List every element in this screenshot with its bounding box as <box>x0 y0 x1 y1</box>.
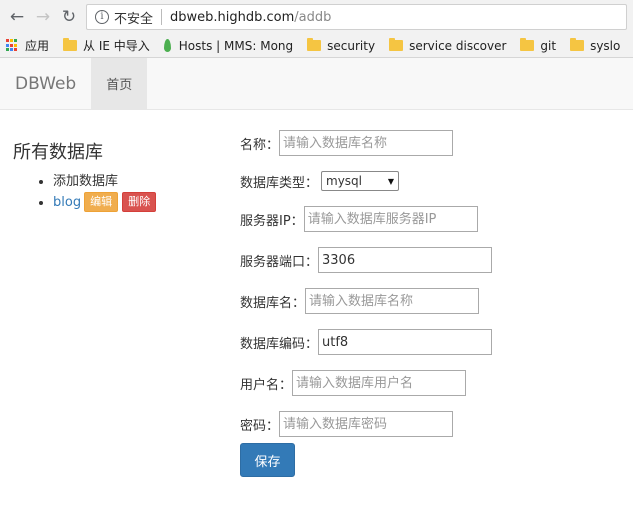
sidebar-title: 所有数据库 <box>13 142 103 163</box>
bookmark-syslog[interactable]: syslo <box>570 38 621 53</box>
bookmark-apps[interactable]: 应用 <box>6 37 49 54</box>
port-label: 服务器端口： <box>240 254 319 270</box>
sidebar: 所有数据库 添加数据库 blog编辑 删除 <box>13 138 223 213</box>
server-ip-input[interactable] <box>303 206 478 232</box>
bookmark-label: Hosts | MMS: Mong <box>178 38 294 53</box>
name-label: 名称： <box>240 137 280 153</box>
edit-button[interactable]: 编辑 <box>84 192 119 212</box>
username-input[interactable] <box>292 370 467 396</box>
password-label: 密码： <box>240 418 280 434</box>
url-path: /addb <box>294 9 332 25</box>
list-item-database: blog编辑 删除 <box>53 192 223 213</box>
back-arrow-icon[interactable]: ← <box>6 6 28 28</box>
username-row: 用户名： <box>240 370 467 396</box>
db-name-input[interactable] <box>305 288 480 314</box>
chevron-down-icon: ▼ <box>387 176 395 186</box>
leaf-icon <box>163 39 171 52</box>
server-ip-row: 服务器IP： <box>240 206 478 232</box>
bookmark-ie-import[interactable]: 从 IE 中导入 <box>63 37 150 54</box>
port-input[interactable] <box>318 247 493 273</box>
bookmark-label: service discover <box>409 38 507 53</box>
server-ip-label: 服务器IP： <box>240 213 304 229</box>
charset-label: 数据库编码： <box>240 336 319 352</box>
name-input[interactable] <box>279 130 454 156</box>
reload-icon[interactable]: ↻ <box>58 6 80 28</box>
apps-icon <box>6 39 19 52</box>
bookmarks-bar: 应用 从 IE 中导入 Hosts | MMS: Mong security s… <box>0 34 633 58</box>
bookmark-label: security <box>327 38 376 53</box>
app-navbar: DBWeb 首页 <box>0 58 633 110</box>
bookmark-hosts-mms[interactable]: Hosts | MMS: Mong <box>163 38 294 53</box>
db-type-value: mysql <box>326 174 363 188</box>
browser-toolbar: ← → ↻ i 不安全 dbweb.highdb.com/addb <box>0 0 633 34</box>
password-row: 密码： <box>240 411 454 437</box>
brand-logo[interactable]: DBWeb <box>0 58 91 109</box>
bookmark-git[interactable]: git <box>520 38 557 53</box>
list-item-add-database[interactable]: 添加数据库 <box>53 172 223 192</box>
database-list: 添加数据库 blog编辑 删除 <box>13 172 223 213</box>
add-database-link[interactable]: 添加数据库 <box>53 174 118 189</box>
bookmark-label: 从 IE 中导入 <box>83 39 150 53</box>
type-label: 数据库类型： <box>240 175 319 191</box>
folder-icon <box>570 38 585 51</box>
type-row: 数据库类型： mysql ▼ <box>240 168 400 194</box>
bookmark-label: syslo <box>590 38 621 53</box>
folder-icon <box>389 38 404 51</box>
name-row: 名称： <box>240 130 454 156</box>
folder-icon <box>63 38 78 51</box>
forward-arrow-icon[interactable]: → <box>32 6 54 28</box>
security-label: 不安全 <box>114 11 154 27</box>
bookmark-label: git <box>540 38 557 53</box>
db-name-row: 数据库名： <box>240 288 480 314</box>
database-link[interactable]: blog <box>53 195 81 210</box>
db-type-select[interactable]: mysql ▼ <box>321 171 400 191</box>
delete-button[interactable]: 删除 <box>122 192 157 212</box>
username-label: 用户名： <box>240 377 293 393</box>
db-name-label: 数据库名： <box>240 295 306 311</box>
info-icon[interactable]: i <box>95 10 109 24</box>
port-row: 服务器端口： <box>240 247 493 273</box>
charset-row: 数据库编码： <box>240 329 493 355</box>
bookmark-service-discover[interactable]: service discover <box>389 38 507 53</box>
address-divider <box>161 9 163 25</box>
charset-input[interactable] <box>318 329 493 355</box>
bookmark-security[interactable]: security <box>307 38 376 53</box>
address-bar[interactable]: i 不安全 dbweb.highdb.com/addb <box>86 4 627 30</box>
folder-icon <box>307 38 322 51</box>
save-button[interactable]: 保存 <box>240 443 295 477</box>
password-input[interactable] <box>279 411 454 437</box>
nav-home[interactable]: 首页 <box>91 58 148 109</box>
folder-icon <box>520 38 535 51</box>
bookmark-label: 应用 <box>25 39 50 53</box>
url-host: dbweb.highdb.com <box>170 9 295 25</box>
